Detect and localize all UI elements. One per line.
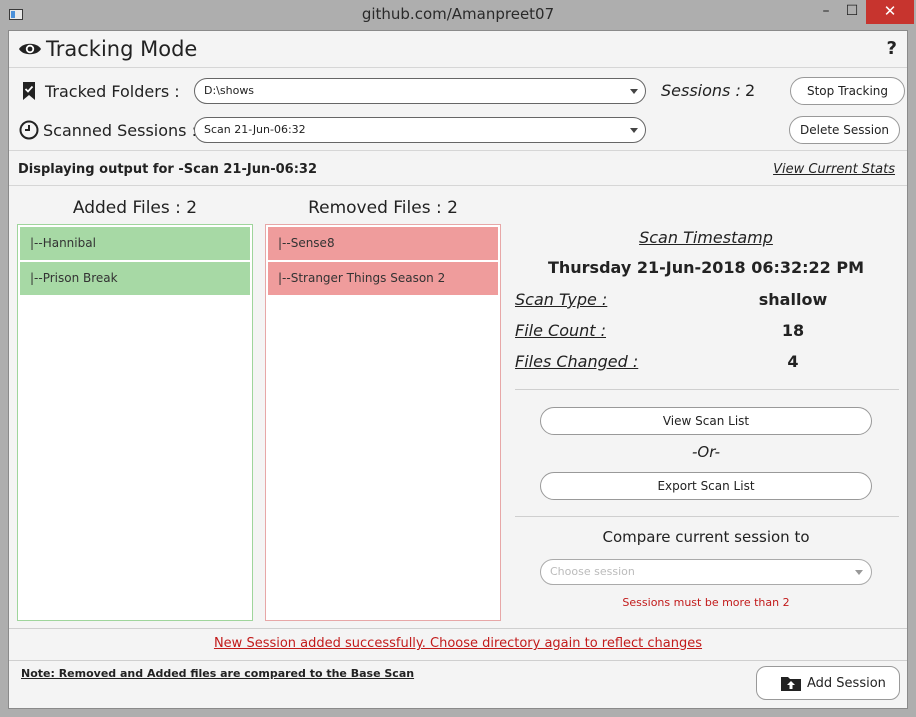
output-bar: Displaying output for -Scan 21-Jun-06:32… (9, 152, 907, 186)
chevron-down-icon (630, 128, 638, 133)
scanned-session-select[interactable]: Scan 21-Jun-06:32 (194, 117, 646, 143)
window-title: github.com/Amanpreet07 (361, 5, 555, 23)
removed-files-list[interactable]: |--Sense8 |--Stranger Things Season 2 (265, 224, 501, 621)
folder-upload-icon (781, 675, 801, 695)
or-separator: -Or- (692, 443, 720, 461)
tracked-folders-label: Tracked Folders : (45, 82, 180, 101)
divider (9, 628, 907, 629)
app-window: github.com/Amanpreet07 – ☐ ✕ Tracking Mo… (0, 0, 916, 717)
file-count-value: 18 (781, 321, 805, 340)
sessions-label: Sessions : (661, 81, 741, 100)
success-message: New Session added successfully. Choose d… (213, 636, 703, 651)
chevron-down-icon (630, 89, 638, 94)
main-content: Tracking Mode ? Tracked Folders : D:\sho… (8, 30, 908, 709)
title-bar[interactable]: github.com/Amanpreet07 – ☐ ✕ (0, 0, 916, 30)
compare-session-label: Compare current session to (602, 528, 810, 546)
scan-type-value: shallow (758, 290, 828, 309)
scan-timestamp-title: Scan Timestamp (639, 228, 773, 247)
mode-header: Tracking Mode ? (9, 31, 907, 68)
add-session-label: Add Session (807, 676, 886, 691)
list-item[interactable]: |--Stranger Things Season 2 (268, 262, 498, 295)
compare-session-placeholder: Choose session (550, 565, 635, 578)
divider (9, 660, 907, 661)
list-item[interactable]: |--Sense8 (268, 227, 498, 260)
eye-icon (18, 41, 42, 61)
added-files-heading: Added Files : 2 (72, 198, 198, 218)
sessions-count: 2 (745, 81, 756, 100)
view-current-stats-link[interactable]: View Current Stats (773, 162, 895, 177)
comparison-note: Note: Removed and Added files are compar… (21, 667, 415, 680)
files-changed-label: Files Changed : (515, 352, 639, 371)
delete-session-button[interactable]: Delete Session (789, 116, 900, 144)
scan-type-label: Scan Type : (515, 290, 608, 309)
chevron-down-icon (855, 570, 863, 575)
output-status: Displaying output for -Scan 21-Jun-06:32 (18, 162, 317, 177)
maximize-button[interactable]: ☐ (836, 0, 868, 24)
sessions-warning: Sessions must be more than 2 (622, 596, 790, 609)
scan-timestamp-value: Thursday 21-Jun-2018 06:32:22 PM (547, 258, 865, 277)
page-title: Tracking Mode (46, 37, 198, 61)
close-button[interactable]: ✕ (866, 0, 914, 24)
tracked-folder-value: D:\shows (204, 84, 255, 97)
scanned-sessions-label: Scanned Sessions : (43, 121, 197, 140)
help-icon[interactable]: ? (887, 38, 897, 59)
tracked-folder-select[interactable]: D:\shows (194, 78, 646, 104)
export-scan-list-button[interactable]: Export Scan List (540, 472, 872, 500)
list-item[interactable]: |--Hannibal (20, 227, 250, 260)
view-scan-list-button[interactable]: View Scan List (540, 407, 872, 435)
divider (515, 516, 899, 517)
tracked-folders-row: Tracked Folders : D:\shows Sessions : 2 … (9, 71, 907, 111)
list-item[interactable]: |--Prison Break (20, 262, 250, 295)
scanned-sessions-row: Scanned Sessions : Scan 21-Jun-06:32 Del… (9, 111, 907, 151)
compare-session-select[interactable]: Choose session (540, 559, 872, 585)
added-files-list[interactable]: |--Hannibal |--Prison Break (17, 224, 253, 621)
removed-files-heading: Removed Files : 2 (308, 198, 458, 218)
stop-tracking-button[interactable]: Stop Tracking (790, 77, 905, 105)
file-count-label: File Count : (515, 321, 607, 340)
clock-icon (19, 120, 39, 144)
scanned-session-value: Scan 21-Jun-06:32 (204, 123, 306, 136)
checked-folder-icon (21, 81, 37, 105)
divider (515, 389, 899, 390)
files-changed-value: 4 (787, 352, 799, 371)
add-session-button[interactable]: Add Session (756, 666, 900, 700)
